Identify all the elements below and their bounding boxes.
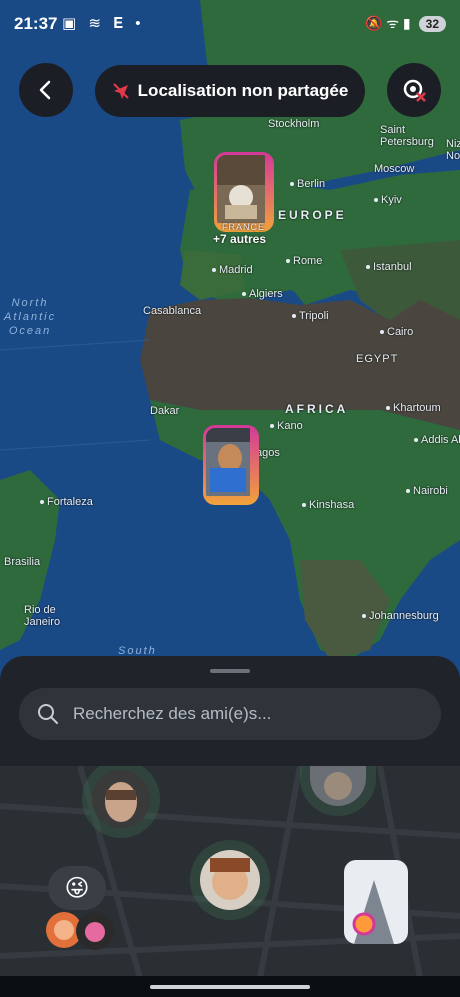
map-label-kinshasa: Kinshasa — [302, 499, 354, 511]
map-label-rio: Rio de Janeiro — [24, 604, 61, 628]
settings-off-icon — [403, 79, 426, 102]
friend-avatar[interactable] — [92, 770, 150, 828]
system-icons: 🔕 ᯤ ▮ — [364, 15, 411, 31]
friends-mini-map[interactable]: 😜 — [0, 766, 460, 978]
location-status-label: Localisation non partagée — [137, 81, 349, 100]
settings-button[interactable] — [387, 63, 441, 117]
map-label-kyiv: Kyiv — [374, 194, 402, 206]
friend-story-card[interactable] — [344, 860, 408, 944]
friend-avatar-small[interactable] — [76, 912, 114, 950]
chevron-left-icon — [39, 80, 51, 100]
friend-marker-europe[interactable] — [214, 152, 274, 232]
map-label-khartoum: Khartoum — [386, 402, 441, 414]
status-time: 21:37 — [14, 14, 58, 33]
map-label-algiers: Algiers — [242, 288, 283, 300]
back-button[interactable] — [19, 63, 73, 117]
battery-level: 32 — [418, 15, 446, 32]
map-label-lagos: agos — [256, 447, 280, 459]
map-label-tripoli: Tripoli — [292, 310, 329, 322]
map-label-kano: Kano — [270, 420, 303, 432]
friend-search-input[interactable] — [71, 703, 415, 725]
map-label-africa: AFRICA — [285, 402, 349, 416]
map-label-egypt: EGYPT — [356, 353, 399, 365]
location-sharing-status[interactable]: Localisation non partagée — [95, 65, 365, 117]
map-label-madrid: Madrid — [212, 264, 253, 276]
map-label-moscow: Moscow — [374, 163, 415, 175]
map-label-casablanca: Casablanca — [143, 305, 202, 317]
sheet-drag-handle[interactable] — [210, 669, 250, 673]
map-label-addis: Addis Ab — [414, 434, 460, 446]
map-label-north-atlantic: North Atlantic Ocean — [4, 297, 57, 337]
map-label-istanbul: Istanbul — [366, 261, 412, 273]
friends-sheet[interactable]: 😜 — [0, 656, 460, 997]
notification-icons: ▣ ≋ 𝐄 • — [62, 15, 145, 32]
map-label-rome: Rome — [286, 255, 322, 267]
map-label-europe: EUROPE — [278, 208, 347, 222]
map-label-dakar: Dakar — [150, 405, 180, 417]
friend-photo — [217, 155, 271, 229]
home-gesture-bar[interactable] — [150, 985, 310, 989]
map-label-brasilia: Brasilia — [4, 556, 41, 568]
location-off-icon — [112, 83, 129, 99]
map-label-johannesburg: Johannesburg — [362, 610, 439, 622]
friend-avatar[interactable] — [200, 850, 260, 910]
emoji-status-bubble[interactable]: 😜 — [48, 866, 106, 910]
friend-marker-africa[interactable] — [203, 425, 259, 505]
map-label-nairobi: Nairobi — [406, 485, 448, 497]
map-label-fortaleza: Fortaleza — [40, 496, 93, 508]
status-bar: 21:37 ▣ ≋ 𝐄 • 🔕 ᯤ ▮ 32 — [0, 0, 460, 50]
map-label-nizhny: Niz Nov — [446, 138, 460, 162]
more-friends-count[interactable]: +7 autres — [213, 232, 266, 246]
friend-search-bar[interactable] — [19, 688, 441, 740]
map-label-stockholm: Stockholm — [268, 118, 320, 130]
friend-photo — [206, 428, 256, 502]
search-icon — [38, 704, 58, 724]
map-label-saint-petersburg: Saint Petersburg — [380, 124, 434, 148]
map-label-berlin: Berlin — [290, 178, 325, 190]
map-label-france: FRANCE — [222, 222, 266, 232]
map-label-cairo: Cairo — [380, 326, 413, 338]
system-nav-bar — [0, 976, 460, 997]
status-right: 🔕 ᯤ ▮ 32 — [365, 14, 446, 33]
